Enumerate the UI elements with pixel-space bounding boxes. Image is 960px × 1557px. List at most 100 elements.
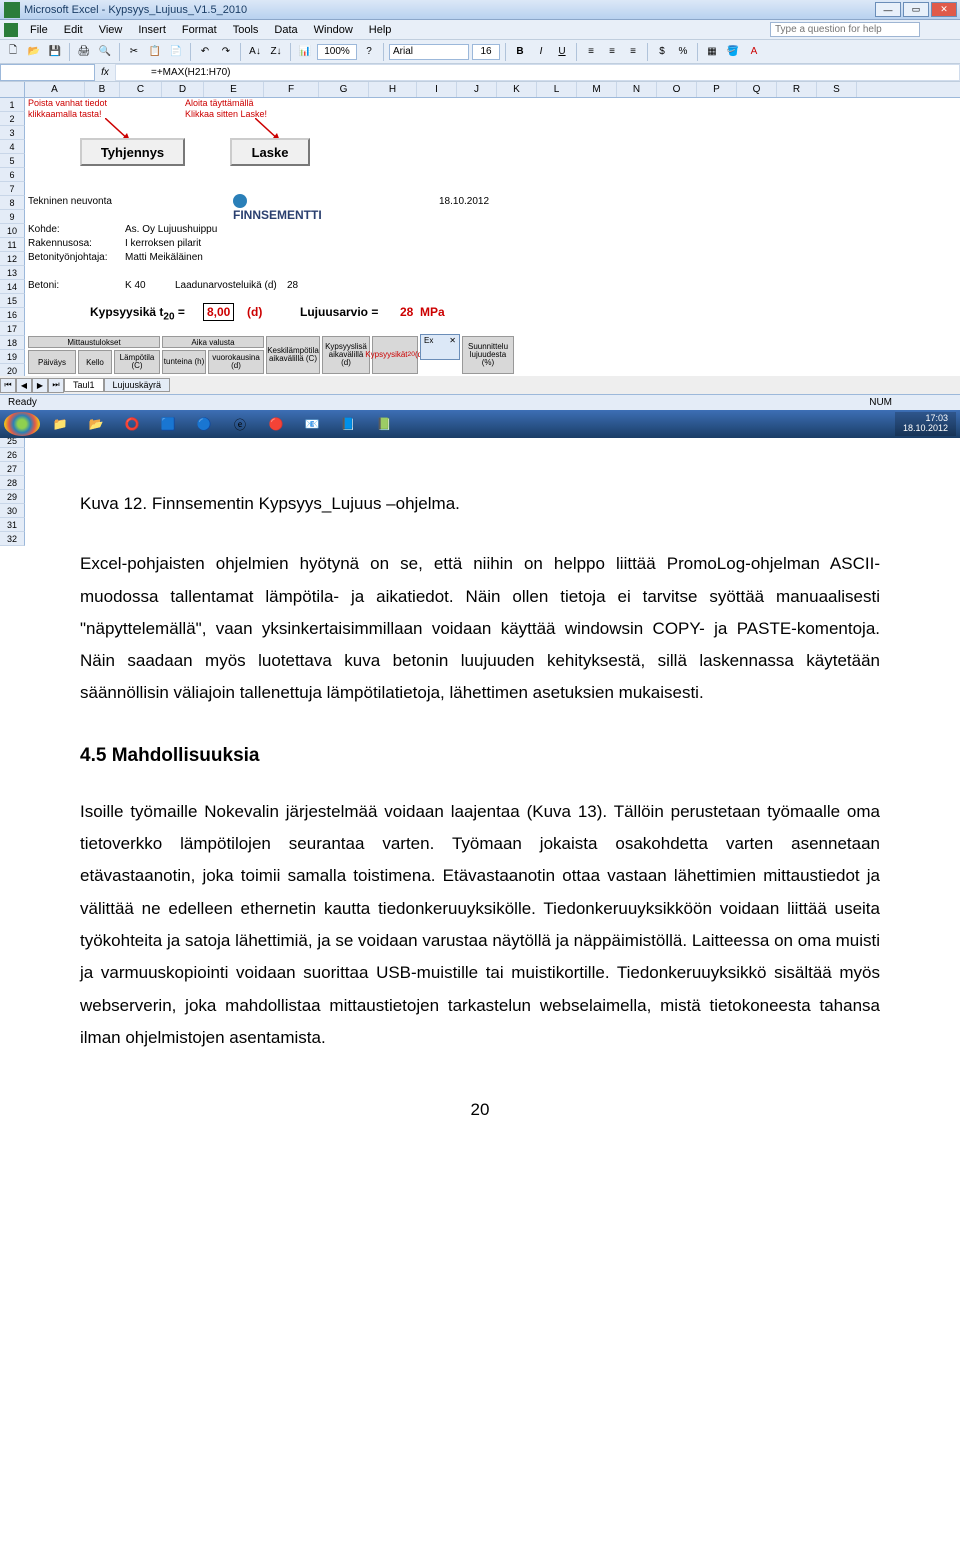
col-H[interactable]: H bbox=[369, 82, 417, 97]
menu-format[interactable]: Format bbox=[174, 24, 225, 36]
row-11[interactable]: 11 bbox=[0, 238, 25, 252]
print-icon[interactable]: 🖨 bbox=[75, 43, 93, 61]
save-icon[interactable]: 💾 bbox=[46, 43, 64, 61]
row-8[interactable]: 8 bbox=[0, 196, 25, 210]
select-all-corner[interactable] bbox=[0, 82, 25, 97]
row-14[interactable]: 14 bbox=[0, 280, 25, 294]
row-27[interactable]: 27 bbox=[0, 462, 25, 476]
tab-taul1[interactable]: Taul1 bbox=[64, 378, 104, 392]
row-18[interactable]: 18 bbox=[0, 336, 25, 350]
redo-icon[interactable]: ↷ bbox=[217, 43, 235, 61]
sort-desc-icon[interactable]: Z↓ bbox=[267, 43, 285, 61]
col-N[interactable]: N bbox=[617, 82, 657, 97]
col-E[interactable]: E bbox=[204, 82, 264, 97]
tab-prev-icon[interactable]: ◀ bbox=[16, 378, 32, 393]
percent-icon[interactable]: % bbox=[674, 43, 692, 61]
col-Q[interactable]: Q bbox=[737, 82, 777, 97]
italic-icon[interactable]: I bbox=[532, 43, 550, 61]
col-D[interactable]: D bbox=[162, 82, 204, 97]
menu-tools[interactable]: Tools bbox=[225, 24, 267, 36]
taskbar-explorer-icon[interactable]: 📁 bbox=[44, 412, 76, 436]
align-left-icon[interactable]: ≡ bbox=[582, 43, 600, 61]
tab-last-icon[interactable]: ⏭ bbox=[48, 378, 64, 393]
taskbar-folder-icon[interactable]: 📂 bbox=[80, 412, 112, 436]
currency-icon[interactable]: $ bbox=[653, 43, 671, 61]
cut-icon[interactable]: ✂ bbox=[125, 43, 143, 61]
window-close-button[interactable]: ✕ bbox=[931, 2, 957, 17]
menu-window[interactable]: Window bbox=[306, 24, 361, 36]
fill-color-icon[interactable]: 🪣 bbox=[724, 43, 742, 61]
menu-insert[interactable]: Insert bbox=[130, 24, 174, 36]
fontsize-field[interactable] bbox=[472, 44, 500, 60]
col-J[interactable]: J bbox=[457, 82, 497, 97]
taskbar-outlook-icon[interactable]: 📧 bbox=[296, 412, 328, 436]
taskbar-app1-icon[interactable]: 🟦 bbox=[152, 412, 184, 436]
row-30[interactable]: 30 bbox=[0, 504, 25, 518]
col-F[interactable]: F bbox=[264, 82, 319, 97]
taskbar-chrome-icon[interactable]: 🔴 bbox=[260, 412, 292, 436]
menu-help[interactable]: Help bbox=[361, 24, 400, 36]
row-16[interactable]: 16 bbox=[0, 308, 25, 322]
window-min-button[interactable]: — bbox=[875, 2, 901, 17]
col-S[interactable]: S bbox=[817, 82, 857, 97]
menu-data[interactable]: Data bbox=[266, 24, 305, 36]
col-A[interactable]: A bbox=[25, 82, 85, 97]
laske-button[interactable]: Laske bbox=[230, 138, 310, 166]
paste-icon[interactable]: 📄 bbox=[167, 43, 185, 61]
align-center-icon[interactable]: ≡ bbox=[603, 43, 621, 61]
menu-view[interactable]: View bbox=[91, 24, 131, 36]
row-13[interactable]: 13 bbox=[0, 266, 25, 280]
col-I[interactable]: I bbox=[417, 82, 457, 97]
borders-icon[interactable]: ▦ bbox=[703, 43, 721, 61]
sort-asc-icon[interactable]: A↓ bbox=[246, 43, 264, 61]
bold-icon[interactable]: B bbox=[511, 43, 529, 61]
copy-icon[interactable]: 📋 bbox=[146, 43, 164, 61]
tab-first-icon[interactable]: ⏮ bbox=[0, 378, 16, 393]
font-color-icon[interactable]: A bbox=[745, 43, 763, 61]
col-G[interactable]: G bbox=[319, 82, 369, 97]
taskbar-ie-icon[interactable]: ⓔ bbox=[224, 412, 256, 436]
menu-file[interactable]: File bbox=[22, 24, 56, 36]
row-2[interactable]: 2 bbox=[0, 112, 25, 126]
new-icon[interactable]: 🗋 bbox=[4, 43, 22, 61]
menu-edit[interactable]: Edit bbox=[56, 24, 91, 36]
col-R[interactable]: R bbox=[777, 82, 817, 97]
row-7[interactable]: 7 bbox=[0, 182, 25, 196]
row-4[interactable]: 4 bbox=[0, 140, 25, 154]
col-L[interactable]: L bbox=[537, 82, 577, 97]
taskbar-excel-icon[interactable]: 📗 bbox=[368, 412, 400, 436]
col-M[interactable]: M bbox=[577, 82, 617, 97]
floater-close-icon[interactable]: ✕ bbox=[449, 336, 456, 345]
floating-toolbar[interactable]: Ex✕ bbox=[420, 334, 460, 360]
row-5[interactable]: 5 bbox=[0, 154, 25, 168]
col-B[interactable]: B bbox=[85, 82, 120, 97]
font-field[interactable] bbox=[389, 44, 469, 60]
formula-input[interactable]: =+MAX(H21:H70) bbox=[115, 64, 960, 81]
row-31[interactable]: 31 bbox=[0, 518, 25, 532]
underline-icon[interactable]: U bbox=[553, 43, 571, 61]
cells-area[interactable]: Poista vanhat tiedot klikkaamalla tasta!… bbox=[25, 98, 960, 546]
row-17[interactable]: 17 bbox=[0, 322, 25, 336]
col-O[interactable]: O bbox=[657, 82, 697, 97]
col-C[interactable]: C bbox=[120, 82, 162, 97]
tab-lujuuskayra[interactable]: Lujuuskäyrä bbox=[104, 378, 171, 392]
taskbar-app2-icon[interactable]: 🔵 bbox=[188, 412, 220, 436]
row-3[interactable]: 3 bbox=[0, 126, 25, 140]
undo-icon[interactable]: ↶ bbox=[196, 43, 214, 61]
taskbar-hp-icon[interactable]: ⭕ bbox=[116, 412, 148, 436]
start-button-icon[interactable] bbox=[4, 412, 40, 436]
row-19[interactable]: 19 bbox=[0, 350, 25, 364]
window-max-button[interactable]: ▭ bbox=[903, 2, 929, 17]
system-tray[interactable]: 17:03 18.10.2012 bbox=[895, 412, 956, 436]
row-1[interactable]: 1 bbox=[0, 98, 25, 112]
row-6[interactable]: 6 bbox=[0, 168, 25, 182]
tyhjennys-button[interactable]: Tyhjennys bbox=[80, 138, 185, 166]
col-K[interactable]: K bbox=[497, 82, 537, 97]
row-10[interactable]: 10 bbox=[0, 224, 25, 238]
col-P[interactable]: P bbox=[697, 82, 737, 97]
row-29[interactable]: 29 bbox=[0, 490, 25, 504]
row-12[interactable]: 12 bbox=[0, 252, 25, 266]
row-32[interactable]: 32 bbox=[0, 532, 25, 546]
zoom-field[interactable] bbox=[317, 44, 357, 60]
name-box[interactable] bbox=[0, 64, 95, 81]
